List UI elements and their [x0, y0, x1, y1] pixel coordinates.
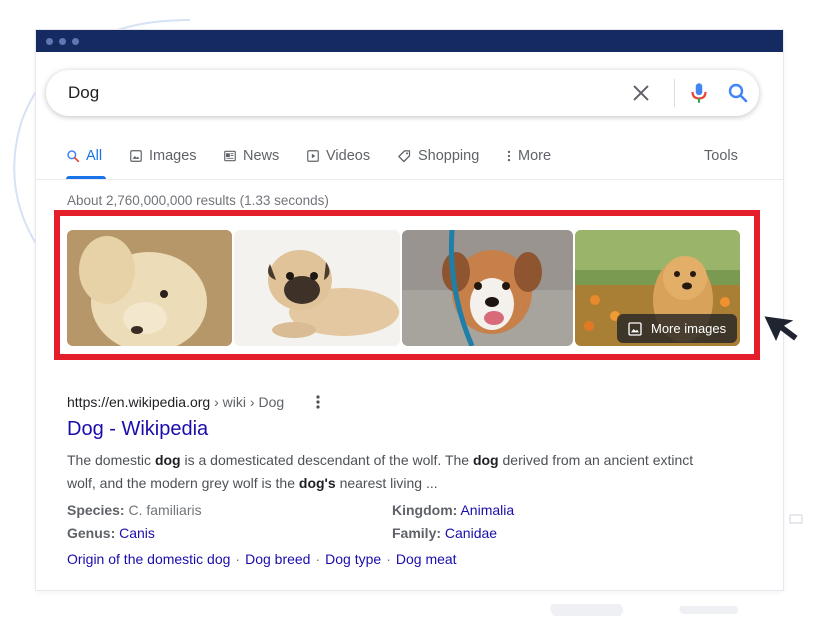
image-pack-highlight-frame: [54, 210, 760, 360]
more-vert-icon: [507, 150, 511, 162]
tab-more[interactable]: More: [506, 148, 551, 164]
fact-family: Family: Canidae: [392, 525, 497, 541]
tab-label: More: [518, 148, 552, 164]
fact-link[interactable]: Animalia: [460, 502, 514, 518]
browser-window: Dog All Images News Videos Shopping More…: [36, 30, 783, 590]
window-dot-3[interactable]: [72, 37, 79, 45]
tabs-divider: [36, 179, 783, 180]
result-menu-icon[interactable]: [312, 394, 324, 410]
search-box[interactable]: Dog: [46, 70, 759, 116]
tag-icon: [398, 149, 411, 162]
window-dot-2[interactable]: [59, 37, 66, 45]
tab-label: All: [86, 148, 103, 164]
sitelink[interactable]: Dog breed: [245, 551, 310, 567]
search-icon[interactable]: [726, 81, 750, 105]
tab-label: News: [243, 148, 280, 164]
window-titlebar: [36, 30, 783, 52]
decorative-scribbles: [550, 604, 738, 616]
video-icon: [307, 150, 319, 162]
search-icon: [67, 150, 80, 163]
search-divider: [674, 79, 675, 107]
sitelink-separator: ·: [386, 551, 391, 567]
tab-label: Videos: [326, 148, 371, 164]
fact-value: C. familiaris: [128, 502, 202, 518]
sitelink-separator: ·: [315, 551, 321, 567]
sitelink[interactable]: Origin of the domestic dog: [67, 551, 230, 567]
clear-icon[interactable]: [630, 82, 652, 104]
result-title-link[interactable]: Dog - Wikipedia: [67, 418, 208, 441]
window-dot-1[interactable]: [46, 37, 53, 45]
result-domain: https://en.wikipedia.org: [67, 394, 211, 410]
fact-link[interactable]: Canis: [119, 525, 155, 541]
tab-label: Shopping: [418, 148, 480, 164]
tab-label: Images: [149, 148, 197, 164]
fact-label: Genus:: [67, 525, 116, 541]
tab-all[interactable]: All: [66, 148, 102, 164]
tab-images[interactable]: Images: [129, 148, 197, 164]
tab-news[interactable]: News: [223, 148, 279, 164]
search-input[interactable]: Dog: [68, 83, 99, 103]
sitelinks: Origin of the domestic dog · Dog breed · Dog…: [67, 551, 457, 567]
result-url[interactable]: https://en.wikipedia.org › wiki › Dog: [67, 394, 284, 410]
sitelink[interactable]: Dog meat: [396, 551, 457, 567]
sitelink-separator: ·: [235, 551, 241, 567]
image-icon: [130, 150, 142, 162]
results-stats: About 2,760,000,000 results (1.33 second…: [67, 193, 329, 208]
sitelink[interactable]: Dog type: [325, 551, 381, 567]
tools-button[interactable]: Tools: [704, 148, 738, 164]
fact-species: Species: C. familiaris: [67, 502, 202, 518]
breadcrumb-path: wiki: [222, 394, 246, 410]
fact-kingdom: Kingdom: Animalia: [392, 502, 514, 518]
microphone-icon[interactable]: [686, 80, 712, 106]
result-snippet: The domestic dog is a domesticated desce…: [67, 452, 694, 491]
news-icon: [224, 150, 236, 162]
mouse-pointer-icon: [764, 316, 798, 341]
fact-label: Kingdom:: [392, 502, 458, 518]
fact-genus: Genus: Canis: [67, 525, 155, 541]
tab-shopping[interactable]: Shopping: [397, 148, 479, 164]
fact-label: Family:: [392, 525, 442, 541]
breadcrumb-path: Dog: [258, 394, 285, 410]
fact-label: Species:: [67, 502, 125, 518]
tab-videos[interactable]: Videos: [306, 148, 370, 164]
fact-link[interactable]: Canidae: [445, 525, 497, 541]
